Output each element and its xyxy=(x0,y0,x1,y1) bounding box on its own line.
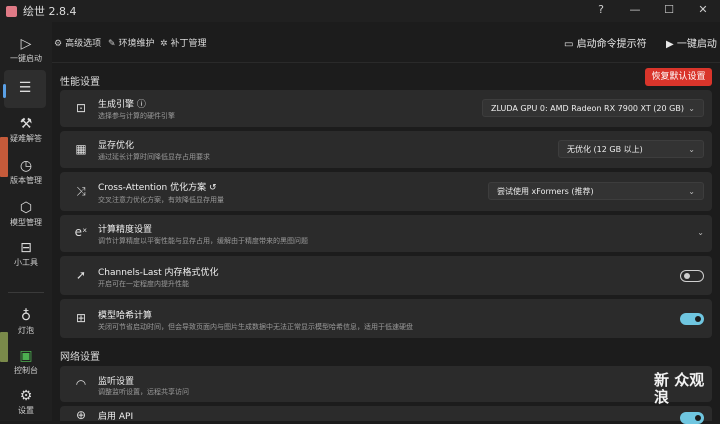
setting-desc: 关闭可节省启动时间，但会导致页面内与图片生成数据中无法正常显示模型哈希信息，适用… xyxy=(98,323,413,331)
sidebar-divider xyxy=(8,292,44,293)
setting-title: 模型哈希计算 xyxy=(98,311,153,321)
gear-icon: ⚙ xyxy=(54,39,63,49)
console-icon: ▣ xyxy=(19,348,33,364)
channels-last-toggle[interactable] xyxy=(680,270,704,282)
toolbox-icon: ⊟ xyxy=(20,240,32,256)
history-icon: ◷ xyxy=(19,158,33,174)
sidebar: ▷ 一键启动 ☰ ⚒ 疑难解答 ◷ 版本管理 ⬡ 模型管理 ⊟ 小工具 ♁ 灯泡… xyxy=(0,22,52,421)
sidebar-item-tools[interactable]: ⊟ 小工具 xyxy=(0,238,52,268)
tab-bar: ⚙ 高级选项 ✎ 环境维护 ✲ 补丁管理 ▭ 启动命令提示符 ▶ 一键启动 xyxy=(52,22,720,63)
sidebar-item-advanced[interactable]: ☰ xyxy=(3,70,46,108)
help-button[interactable]: ? xyxy=(584,0,618,22)
setting-desc: 调整监听设置，远程共享访问 xyxy=(98,388,189,396)
cross-attention-select[interactable]: 尝试使用 xFormers (推荐) ⌄ xyxy=(488,182,704,200)
sidebar-item-label: 控制台 xyxy=(14,366,38,375)
setting-title: Cross-Attention 优化方案 ↺ xyxy=(98,183,217,193)
wifi-icon: ◠ xyxy=(75,377,87,391)
title-bar: 绘世 2.8.4 ? — ☐ ✕ xyxy=(0,0,720,22)
setting-card-api: ⊕ 启用 API xyxy=(60,406,712,424)
setting-card-model-hash: ⊞ 模型哈希计算 关闭可节省启动时间，但会导致页面内与图片生成数据中无法正常显示… xyxy=(60,299,712,338)
sidebar-item-label: 疑难解答 xyxy=(10,134,42,143)
tab-label: 高级选项 xyxy=(65,39,102,49)
setting-title: 计算精度设置 xyxy=(98,225,153,235)
api-icon: ⊕ xyxy=(75,408,87,422)
sidebar-item-version[interactable]: ◷ 版本管理 xyxy=(0,156,52,186)
performance-section-title: 性能设置 xyxy=(60,77,100,88)
tab-patches[interactable]: ✲ 补丁管理 xyxy=(160,36,207,49)
sidebar-item-troubleshoot[interactable]: ⚒ 疑难解答 xyxy=(0,114,52,144)
play-icon: ▶ xyxy=(666,39,674,50)
chevron-down-icon: ⌄ xyxy=(688,187,695,196)
launch-cmd-button[interactable]: ▭ 启动命令提示符 xyxy=(564,35,647,50)
tab-environment[interactable]: ✎ 环境维护 xyxy=(108,36,155,49)
window-controls: ? — ☐ ✕ xyxy=(584,0,720,22)
sidebar-item-launch[interactable]: ▷ 一键启动 xyxy=(0,34,52,64)
vram-select[interactable]: 无优化 (12 GB 以上) ⌄ xyxy=(558,140,704,158)
memory-icon: ▦ xyxy=(75,142,87,156)
setting-desc: 调节计算精度以平衡性能与显存占用，缓解由于精度带来的黑图问题 xyxy=(98,237,308,245)
sidebar-item-console[interactable]: ▣ 控制台 xyxy=(0,346,52,376)
terminal-icon: ▭ xyxy=(564,39,574,50)
watermark-logo: 新 众观 浪 xyxy=(654,371,705,406)
sidebar-item-label: 一键启动 xyxy=(10,54,42,63)
bulb-icon: ♁ xyxy=(20,308,32,324)
table-icon: ⊞ xyxy=(75,311,87,325)
help-circle-icon[interactable]: ⓘ xyxy=(137,100,146,110)
sidebar-item-settings[interactable]: ⚙ 设置 xyxy=(0,386,52,416)
shuffle-icon: ⤨ xyxy=(76,184,86,198)
setting-title: 生成引擎 ⓘ xyxy=(98,100,146,110)
wrench-icon: ✎ xyxy=(108,39,116,49)
sidebar-item-label: 版本管理 xyxy=(10,176,42,185)
sidebar-item-label: 小工具 xyxy=(14,258,38,267)
engine-select[interactable]: ZLUDA GPU 0: AMD Radeon RX 7900 XT (20 G… xyxy=(482,99,704,117)
app-icon xyxy=(6,5,17,17)
launch-cmd-label: 启动命令提示符 xyxy=(576,39,647,50)
sidebar-item-bulb[interactable]: ♁ 灯泡 xyxy=(0,306,52,336)
setting-card-vram: ▦ 显存优化 通过延长计算时间降低显存占用要求 无优化 (12 GB 以上) ⌄ xyxy=(60,131,712,168)
exponent-icon: eˣ xyxy=(74,225,88,239)
close-button[interactable]: ✕ xyxy=(686,0,720,22)
setting-card-precision[interactable]: eˣ 计算精度设置 调节计算精度以平衡性能与显存占用，缓解由于精度带来的黑图问题… xyxy=(60,215,712,252)
sidebar-item-label: 灯泡 xyxy=(18,326,34,335)
undo-icon[interactable]: ↺ xyxy=(209,183,217,193)
chip-icon: ⊡ xyxy=(75,101,87,115)
sidebar-item-label: 设置 xyxy=(18,406,34,415)
tools-icon: ⚒ xyxy=(19,116,33,132)
gear-icon: ⚙ xyxy=(19,388,33,404)
setting-card-listen[interactable]: ◠ 监听设置 调整监听设置，远程共享访问 xyxy=(60,366,712,402)
chevron-down-icon[interactable]: ⌄ xyxy=(697,228,704,237)
tab-label: 补丁管理 xyxy=(170,39,207,49)
setting-card-channels-last: ➚ Channels-Last 内存格式优化 开启可在一定程度内提升性能 xyxy=(60,256,712,295)
setting-title: 启用 API xyxy=(98,412,134,422)
minimize-button[interactable]: — xyxy=(618,0,652,22)
reset-defaults-button[interactable]: 恢复默认设置 xyxy=(645,68,712,86)
sidebar-item-models[interactable]: ⬡ 模型管理 xyxy=(0,198,52,228)
chevron-down-icon: ⌄ xyxy=(688,104,695,113)
launch-button[interactable]: ▶ 一键启动 xyxy=(666,35,717,50)
model-hash-toggle[interactable] xyxy=(680,313,704,325)
setting-desc: 开启可在一定程度内提升性能 xyxy=(98,280,189,288)
setting-card-cross-attention: ⤨ Cross-Attention 优化方案 ↺ 交叉注意力优化方案，有效降低显… xyxy=(60,172,712,211)
network-section-title: 网络设置 xyxy=(60,352,100,363)
launch-label: 一键启动 xyxy=(676,39,717,50)
setting-desc: 通过延长计算时间降低显存占用要求 xyxy=(98,153,210,161)
tab-label: 环境维护 xyxy=(118,39,155,49)
maximize-button[interactable]: ☐ xyxy=(652,0,686,22)
rocket-icon: ➚ xyxy=(75,268,87,282)
setting-desc: 交叉注意力优化方案，有效降低显存用量 xyxy=(98,196,224,204)
list-icon: ☰ xyxy=(18,80,32,96)
setting-desc: 选择参与计算的硬件引擎 xyxy=(98,112,175,120)
cube-icon: ⬡ xyxy=(19,200,33,216)
window-title: 绘世 2.8.4 xyxy=(23,5,77,18)
setting-title: Channels-Last 内存格式优化 xyxy=(98,268,219,278)
setting-title: 监听设置 xyxy=(98,377,135,387)
sidebar-item-label: 模型管理 xyxy=(10,218,42,227)
play-icon: ▷ xyxy=(20,36,32,52)
setting-title: 显存优化 xyxy=(98,141,135,151)
setting-card-engine: ⊡ 生成引擎 ⓘ 选择参与计算的硬件引擎 ZLUDA GPU 0: AMD Ra… xyxy=(60,90,712,127)
patch-icon: ✲ xyxy=(160,39,168,49)
api-toggle[interactable] xyxy=(680,412,704,424)
chevron-down-icon: ⌄ xyxy=(688,145,695,154)
tab-advanced[interactable]: ⚙ 高级选项 xyxy=(54,36,101,49)
